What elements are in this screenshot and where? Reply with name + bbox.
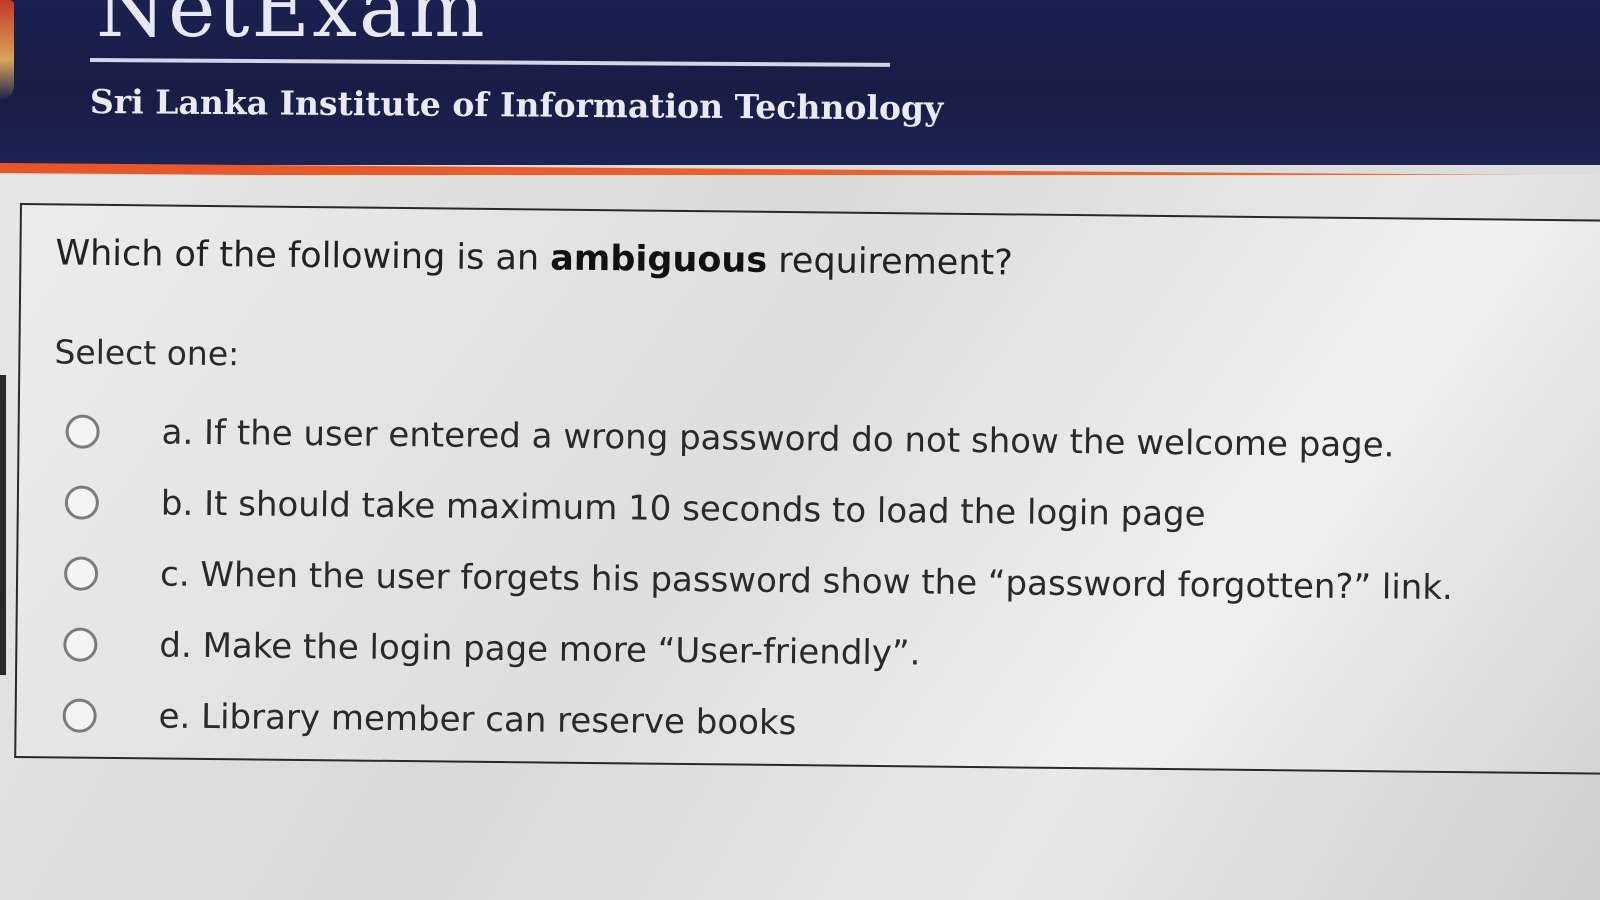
radio-button[interactable] xyxy=(63,626,98,662)
radio-button[interactable] xyxy=(65,413,100,449)
radio-button[interactable] xyxy=(62,697,97,733)
select-one-label: Select one: xyxy=(54,332,240,374)
radio-button[interactable] xyxy=(63,555,99,591)
answer-options: a. If the user entered a wrong password … xyxy=(62,395,1486,765)
option-e[interactable]: e. Library member can reserve books xyxy=(62,679,1483,765)
site-header: NetExam Sri Lanka Institute of Informati… xyxy=(0,0,1600,165)
brand-title: NetExam xyxy=(96,0,487,55)
option-label: e. Library member can reserve books xyxy=(158,695,797,743)
question-box: Which of the following is an ambiguous r… xyxy=(14,203,1600,775)
question-text: Which of the following is an ambiguous r… xyxy=(55,233,1013,283)
option-label: b. It should take maximum 10 seconds to … xyxy=(160,482,1206,534)
logo-icon xyxy=(0,0,14,100)
left-edge-bar xyxy=(0,375,6,675)
option-label: c. When the user forgets his password sh… xyxy=(159,553,1454,608)
question-keyword: ambiguous xyxy=(550,238,768,281)
main-content: Which of the following is an ambiguous r… xyxy=(0,175,1600,900)
question-text-before: Which of the following is an xyxy=(55,233,551,279)
question-text-after: requirement? xyxy=(766,240,1014,284)
institute-name: Sri Lanka Institute of Information Techn… xyxy=(89,82,944,128)
header-divider xyxy=(89,58,890,67)
option-label: d. Make the login page more “User-friend… xyxy=(159,624,921,673)
radio-button[interactable] xyxy=(64,484,100,520)
option-label: a. If the user entered a wrong password … xyxy=(161,411,1395,465)
